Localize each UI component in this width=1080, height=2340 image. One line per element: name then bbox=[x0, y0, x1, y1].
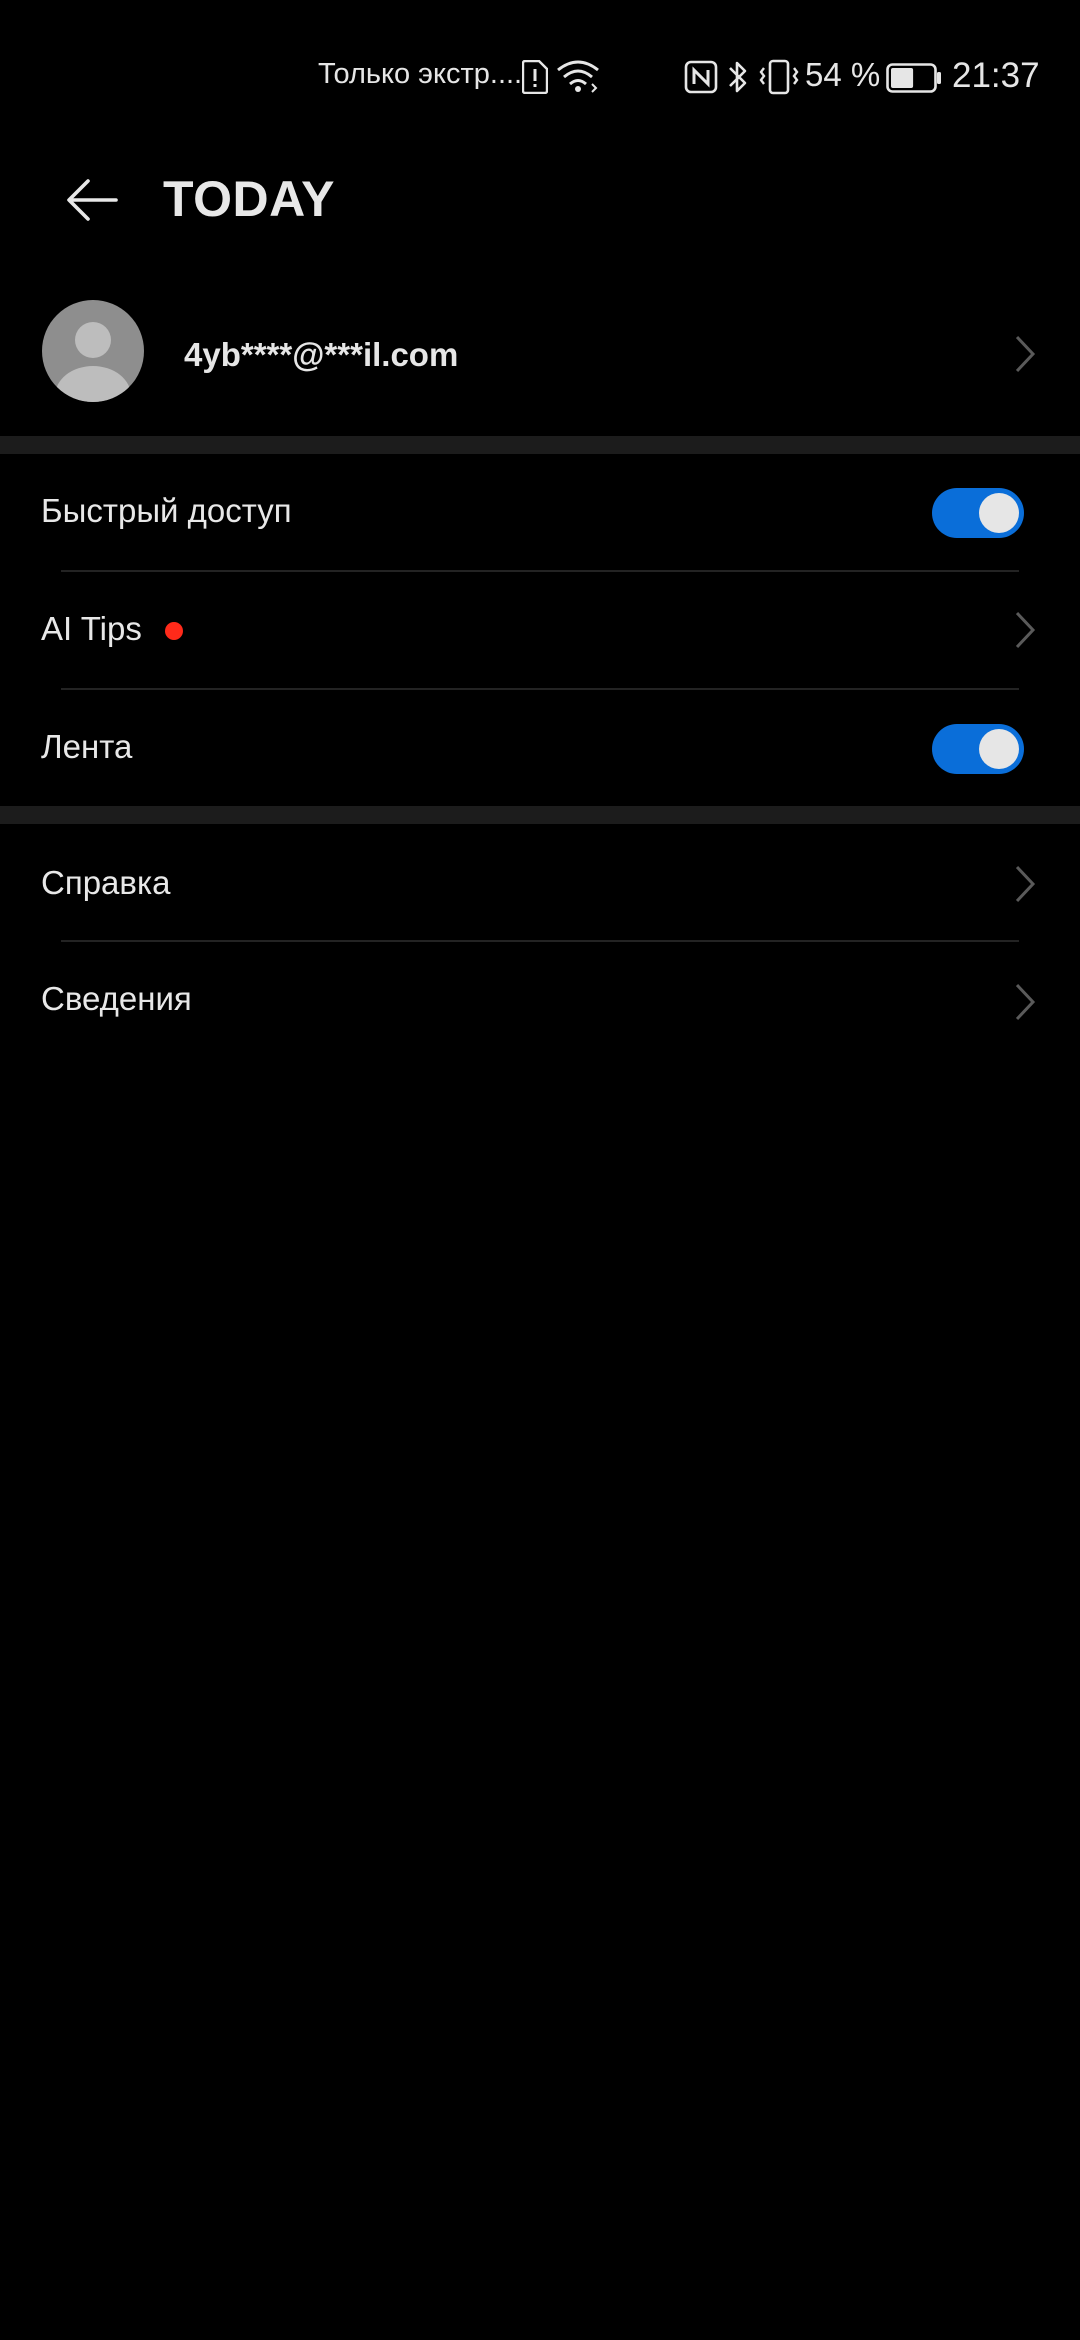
about-label: Сведения bbox=[41, 980, 192, 1017]
account-row[interactable]: 4yb****@***il.com bbox=[0, 290, 1080, 430]
toggle-knob bbox=[979, 493, 1019, 533]
chevron-right-icon bbox=[1015, 611, 1036, 649]
feed-label: Лента bbox=[41, 728, 133, 765]
chevron-right-icon bbox=[1015, 983, 1036, 1021]
help-row[interactable]: Справка bbox=[0, 826, 1080, 942]
section-divider bbox=[0, 436, 1080, 454]
notification-dot bbox=[165, 622, 183, 640]
ai-tips-row[interactable]: AI Tips bbox=[0, 572, 1080, 688]
back-button[interactable] bbox=[40, 168, 144, 232]
about-row[interactable]: Сведения bbox=[0, 942, 1080, 1058]
quick-access-toggle[interactable] bbox=[932, 488, 1024, 538]
chevron-right-icon bbox=[1015, 865, 1036, 903]
wifi-icon bbox=[557, 60, 599, 93]
app-bar: TODAY bbox=[0, 150, 1080, 254]
section-divider bbox=[0, 806, 1080, 824]
nfc-icon bbox=[684, 60, 718, 94]
carrier-status-text: Только экстр.... bbox=[318, 58, 523, 90]
help-label: Справка bbox=[41, 864, 171, 901]
sim-alert-icon bbox=[522, 60, 548, 94]
arrow-back-icon bbox=[67, 179, 118, 221]
feed-toggle[interactable] bbox=[932, 724, 1024, 774]
user-avatar-icon bbox=[55, 322, 131, 402]
quick-access-label: Быстрый доступ bbox=[41, 492, 292, 529]
page-title: TODAY bbox=[163, 171, 336, 227]
account-email: 4yb****@***il.com bbox=[184, 336, 459, 373]
avatar bbox=[42, 300, 144, 402]
battery-icon bbox=[886, 63, 941, 93]
feed-row[interactable]: Лента bbox=[0, 690, 1080, 806]
vibrate-icon bbox=[759, 59, 799, 95]
ai-tips-label: AI Tips bbox=[41, 610, 142, 647]
status-time: 21:37 bbox=[952, 56, 1040, 95]
status-bar: Только экстр.... 54 % 21:37 bbox=[0, 0, 1080, 150]
chevron-right-icon bbox=[1015, 335, 1036, 373]
battery-percent: 54 % bbox=[805, 56, 881, 93]
bluetooth-icon bbox=[729, 61, 747, 93]
toggle-knob bbox=[979, 729, 1019, 769]
quick-access-row[interactable]: Быстрый доступ bbox=[0, 454, 1080, 570]
